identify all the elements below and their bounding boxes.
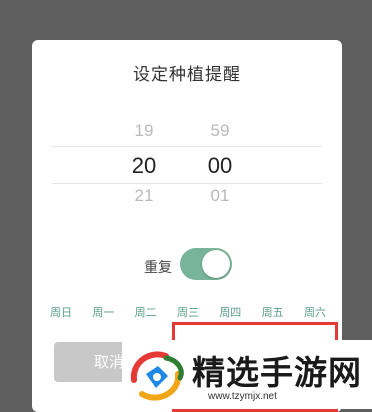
repeat-label: 重复 (144, 260, 172, 276)
watermark-logo-icon (130, 351, 184, 401)
toggle-knob (202, 250, 230, 278)
watermark-text: 精选手游网 (192, 353, 362, 392)
picker-divider-bottom (52, 183, 322, 184)
site-watermark: 精选手游网 www.tzymjx.net (122, 340, 372, 409)
hour-next[interactable]: 21 (119, 186, 169, 206)
picker-divider-top (52, 146, 322, 147)
weekday-fri[interactable]: 周五 (262, 304, 284, 320)
weekday-sat[interactable]: 周六 (304, 304, 326, 320)
watermark-url: www.tzymjx.net (208, 391, 277, 402)
weekday-tue[interactable]: 周二 (135, 304, 157, 320)
hour-selected[interactable]: 20 (119, 153, 169, 179)
minute-next[interactable]: 01 (195, 186, 245, 206)
minute-prev[interactable]: 59 (195, 121, 245, 141)
hour-prev[interactable]: 19 (119, 121, 169, 141)
weekday-selector: 周日 周一 周二 周三 周四 周五 周六 (50, 304, 326, 320)
weekday-wed[interactable]: 周三 (177, 304, 199, 320)
dialog-title: 设定种植提醒 (133, 65, 241, 85)
weekday-sun[interactable]: 周日 (50, 304, 72, 320)
repeat-toggle[interactable] (180, 248, 232, 280)
weekday-thu[interactable]: 周四 (219, 304, 241, 320)
weekday-mon[interactable]: 周一 (92, 304, 114, 320)
minute-selected[interactable]: 00 (195, 153, 245, 179)
